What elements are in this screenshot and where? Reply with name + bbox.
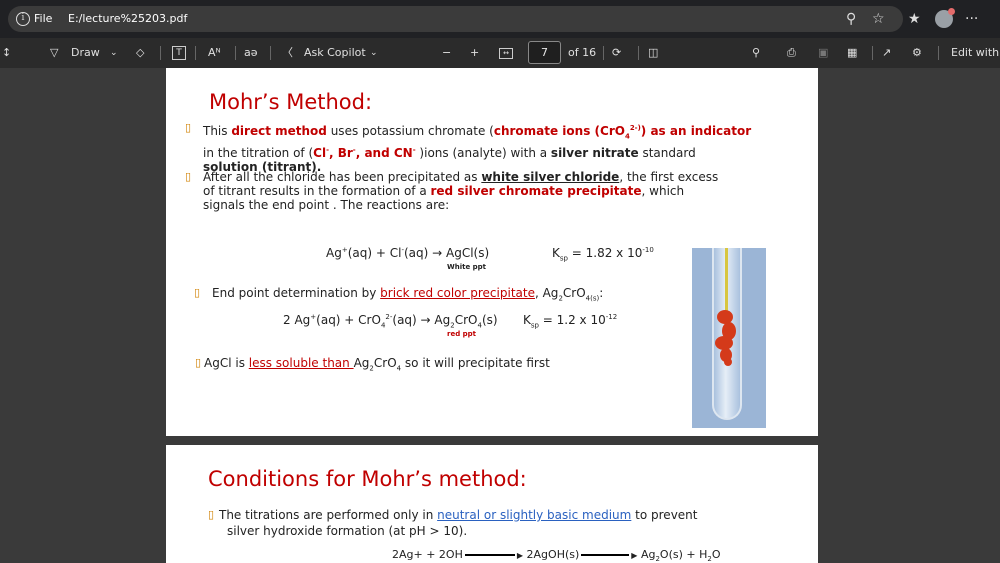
equation-agcl: Ag+(aq) + Cl-(aq) → AgCl(s) bbox=[326, 246, 490, 260]
browser-top-bar: i File E:/lecture%25203.pdf ⚲ ☆ ★ ··· bbox=[0, 0, 1000, 38]
toolbar-divider bbox=[195, 46, 196, 60]
bullet-marker-icon: ▯ bbox=[194, 286, 201, 299]
white-ppt-note: White ppt bbox=[447, 263, 487, 271]
bullet-line: This direct method uses potassium chroma… bbox=[203, 124, 752, 141]
toolbar-divider bbox=[603, 46, 604, 60]
eraser-icon[interactable]: ◇ bbox=[136, 45, 144, 61]
more-menu-icon[interactable]: ··· bbox=[965, 10, 978, 28]
page-number-input[interactable]: 7 bbox=[528, 41, 561, 64]
favorite-star-icon[interactable]: ☆ bbox=[872, 10, 885, 28]
pdf-toolbar: ↕ ▽ Draw ⌄ ◇ T Aᴺ aə 〈 Ask Copilot ⌄ − +… bbox=[0, 38, 1000, 68]
precipitate-blob bbox=[724, 358, 732, 366]
fullscreen-icon[interactable]: ↗ bbox=[882, 45, 891, 61]
address-bar[interactable]: i File E:/lecture%25203.pdf ⚲ ☆ bbox=[8, 6, 903, 32]
bullet-line: After all the chloride has been precipit… bbox=[203, 170, 719, 184]
edit-with-acrobat-button[interactable]: Edit with A bbox=[951, 45, 1000, 61]
draw-pen-icon[interactable]: ▽ bbox=[50, 45, 58, 61]
save-as-icon[interactable]: ▦ bbox=[847, 45, 857, 61]
bullet-line: End point determination by brick red col… bbox=[212, 286, 604, 303]
bullet-direct-method: ▯ This direct method uses potassium chro… bbox=[185, 121, 763, 174]
toolbar-divider bbox=[872, 46, 873, 60]
rotate-icon[interactable]: ⟳ bbox=[612, 45, 621, 61]
equation-agoh: 2Ag+ + 2OH ▶ 2AgOH(s) ▶ Ag2O(s) + H2O bbox=[392, 548, 721, 563]
toolbar-divider bbox=[270, 46, 271, 60]
copilot-icon[interactable]: 〈 bbox=[282, 45, 293, 61]
add-text-icon[interactable]: T bbox=[172, 46, 186, 60]
slide-title: Mohr’s Method: bbox=[209, 90, 373, 114]
file-scheme-label: File bbox=[34, 12, 53, 25]
pdf-page-8: Conditions for Mohr’s method: ▯ The titr… bbox=[166, 445, 818, 563]
draw-button[interactable]: Draw bbox=[71, 45, 100, 61]
bullet-marker-icon: ▯ bbox=[195, 356, 202, 369]
text-options-icon[interactable]: Aᴺ bbox=[208, 45, 221, 61]
zoom-search-icon[interactable]: ⚲ bbox=[846, 10, 856, 28]
highlight-icon[interactable]: ↕ bbox=[2, 45, 11, 61]
print-icon[interactable]: ⎙ bbox=[787, 45, 796, 61]
info-icon[interactable]: i bbox=[16, 12, 30, 26]
equation-ag2cro4: 2 Ag+(aq) + CrO42-(aq) → Ag2CrO4(s) bbox=[283, 313, 498, 330]
ksp-agcl: Ksp = 1.82 x 10-10 bbox=[552, 246, 654, 263]
toolbar-divider bbox=[638, 46, 639, 60]
bullet-neutral-medium: ▯ The titrations are performed only in n… bbox=[208, 508, 779, 538]
bullet-line: in the titration of (Cl-, Br-, and CN- )… bbox=[203, 146, 696, 161]
settings-gear-icon[interactable]: ⚙ bbox=[912, 45, 922, 61]
read-aloud-icon[interactable]: aə bbox=[244, 45, 258, 61]
bullet-line: The titrations are performed only in neu… bbox=[219, 508, 698, 522]
bullet-line: of titrant results in the formation of a… bbox=[203, 184, 685, 198]
test-tube-image bbox=[692, 248, 766, 428]
avatar[interactable] bbox=[935, 8, 955, 28]
bullet-marker-icon: ▯ bbox=[208, 508, 215, 521]
chevron-down-icon[interactable]: ⌄ bbox=[370, 45, 378, 61]
bullet-solubility: ▯ AgCl is less soluble than Ag2CrO4 so i… bbox=[195, 356, 674, 375]
toolbar-divider bbox=[160, 46, 161, 60]
bullet-white-silver-chloride: ▯ After all the chloride has been precip… bbox=[185, 170, 763, 212]
bullet-line: silver hydroxide formation (at pH > 10). bbox=[227, 524, 468, 538]
fit-page-icon[interactable]: ↔ bbox=[499, 48, 513, 59]
favorites-icon[interactable]: ★ bbox=[908, 10, 921, 28]
search-icon[interactable]: ⚲ bbox=[752, 45, 760, 61]
bullet-line: signals the end point . The reactions ar… bbox=[203, 198, 450, 212]
zoom-in-button[interactable]: + bbox=[470, 45, 479, 61]
page-view-icon[interactable]: ◫ bbox=[648, 45, 658, 61]
bullet-line: AgCl is less soluble than Ag2CrO4 so it … bbox=[204, 356, 550, 373]
toolbar-divider bbox=[938, 46, 939, 60]
chevron-down-icon[interactable]: ⌄ bbox=[110, 45, 118, 61]
ask-copilot-button[interactable]: Ask Copilot bbox=[304, 45, 366, 61]
bullet-end-point: ▯ End point determination by brick red c… bbox=[194, 286, 682, 305]
bullet-marker-icon: ▯ bbox=[185, 121, 192, 134]
slide-title: Conditions for Mohr’s method: bbox=[208, 467, 527, 491]
save-icon[interactable]: ▣ bbox=[818, 45, 828, 61]
bullet-marker-icon: ▯ bbox=[185, 170, 192, 183]
toolbar-divider bbox=[235, 46, 236, 60]
page-total: of 16 bbox=[568, 46, 597, 59]
zoom-out-button[interactable]: − bbox=[442, 45, 451, 61]
red-ppt-note: red ppt bbox=[447, 330, 477, 338]
ksp-ag2cro4: Ksp = 1.2 x 10-12 bbox=[523, 313, 618, 330]
url-text[interactable]: E:/lecture%25203.pdf bbox=[68, 12, 187, 25]
pdf-page-7: Mohr’s Method: ▯ This direct method uses… bbox=[166, 68, 818, 436]
